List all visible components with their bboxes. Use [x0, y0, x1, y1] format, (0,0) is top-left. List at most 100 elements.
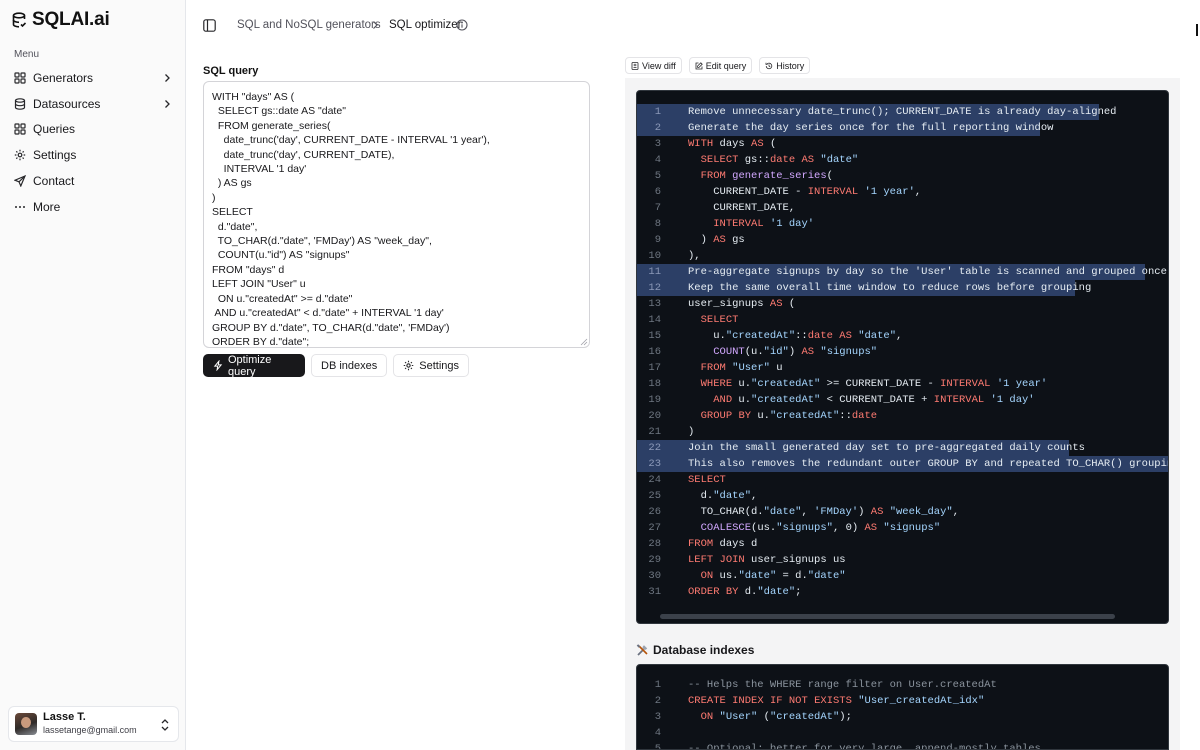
- line-number: 23: [648, 458, 661, 470]
- scrollbar-thumb[interactable]: [660, 614, 1115, 619]
- sidebar-item-datasources[interactable]: Datasources: [8, 91, 178, 117]
- line-number: 31: [648, 586, 661, 598]
- line-number: 18: [648, 378, 661, 390]
- code-text: ) AS gs: [688, 234, 745, 246]
- code-text: TO_CHAR(d."date", 'FMDay') AS "week_day"…: [688, 506, 960, 518]
- database-indexes-title: Database indexes: [636, 643, 754, 657]
- code-line: 29 LEFT JOIN user_signups us: [637, 552, 1168, 568]
- line-number: 25: [648, 490, 661, 502]
- code-text: CURRENT_DATE - INTERVAL '1 year',: [688, 186, 922, 198]
- breadcrumb-current-page: SQL optimizer: [389, 19, 462, 31]
- button-label: Optimize query: [227, 353, 272, 378]
- code-line: 4: [637, 725, 1168, 741]
- page-scrollbar[interactable]: [1196, 24, 1198, 36]
- sidebar-item-label: More: [33, 199, 61, 214]
- code-text: FROM "User" u: [700, 362, 783, 374]
- code-horizontal-scrollbar[interactable]: [660, 614, 1140, 619]
- line-number: 22: [648, 442, 661, 454]
- database-indexes-code[interactable]: 1 -- Helps the WHERE range filter on User…: [636, 664, 1169, 750]
- line-number: 19: [648, 394, 661, 406]
- button-label: Edit query: [705, 60, 747, 71]
- line-number: 2: [654, 695, 661, 707]
- code-line: 13 user_signups AS (: [637, 296, 1168, 312]
- sql-query-label: SQL query: [203, 65, 259, 77]
- code-text: Pre-aggregate signups by day so the 'Use…: [688, 266, 1167, 278]
- code-comment-line: 11 Pre-aggregate signups by day so the 'U…: [637, 264, 1168, 280]
- edit-query-button[interactable]: Edit query: [688, 57, 753, 74]
- sidebar-item-settings[interactable]: Settings: [8, 142, 178, 168]
- code-line: 3 WITH days AS (: [637, 136, 1168, 152]
- sidebar-item-label: Datasources: [33, 96, 101, 111]
- sidebar-item-more[interactable]: More: [8, 194, 178, 220]
- button-label: View diff: [642, 60, 676, 71]
- database-logo-icon: [12, 12, 26, 28]
- line-number: 8: [654, 218, 661, 230]
- settings-button[interactable]: Settings: [393, 354, 470, 377]
- code-comment-line: 2 Generate the day series once for the fu…: [637, 120, 1168, 136]
- gear-icon: [403, 360, 414, 371]
- code-text: ): [688, 426, 695, 438]
- line-number: 10: [648, 250, 661, 262]
- code-text: This also removes the redundant outer GR…: [688, 458, 1169, 470]
- line-number: 5: [654, 170, 661, 182]
- view-diff-button[interactable]: View diff: [625, 57, 682, 74]
- line-number: 17: [648, 362, 661, 374]
- history-button[interactable]: History: [759, 57, 811, 74]
- code-text: -- Helps the WHERE range filter on User.…: [688, 679, 997, 691]
- logo[interactable]: SQLAI.ai: [12, 9, 110, 31]
- gear-icon: [14, 150, 26, 161]
- sidebar-item-queries[interactable]: Queries: [8, 117, 178, 143]
- edit-icon: [695, 61, 703, 69]
- user-name: Lasse T.: [43, 711, 86, 723]
- code-line: 5 -- Optional: better for very large, app…: [637, 741, 1168, 750]
- sidebar-item-contact[interactable]: Contact: [8, 168, 178, 194]
- sidebar-nav: Generators Datasources Queries Settings …: [8, 65, 178, 220]
- db-indexes-button[interactable]: DB indexes: [311, 354, 388, 377]
- code-text: COALESCE(us."signups", 0) AS "signups": [700, 522, 941, 534]
- code-line: 3 ON "User" ("createdAt");: [637, 709, 1168, 725]
- code-line: 4 SELECT gs::date AS "date": [637, 152, 1168, 168]
- database-icon: [14, 97, 26, 110]
- sql-query-textarea[interactable]: WITH "days" AS ( SELECT gs::date AS "dat…: [203, 81, 590, 348]
- line-number: 15: [648, 330, 661, 342]
- code-text: u."createdAt"::date AS "date",: [688, 330, 903, 342]
- optimized-query-code[interactable]: 1 Remove unnecessary date_trunc(); CURREN…: [636, 90, 1169, 624]
- code-text: -- Optional: better for very large, appe…: [688, 743, 1041, 750]
- code-line: 28 FROM days d: [637, 536, 1168, 552]
- line-number: 16: [648, 346, 661, 358]
- line-number: 1: [654, 679, 661, 691]
- line-number: 6: [654, 186, 661, 198]
- sidebar: SQLAI.ai Menu Generators Datasources Que…: [0, 0, 186, 750]
- code-text: ON "User" ("createdAt");: [700, 711, 852, 723]
- code-text: INTERVAL '1 day': [713, 218, 815, 230]
- lightning-icon: [213, 360, 223, 371]
- action-buttons: Optimize query DB indexes Settings: [203, 353, 470, 378]
- index-code-lines: 1 -- Helps the WHERE range filter on User…: [637, 677, 1168, 750]
- sidebar-item-label: Generators: [33, 70, 94, 85]
- code-line: 15 u."createdAt"::date AS "date",: [637, 328, 1168, 344]
- line-number: 21: [648, 426, 661, 438]
- code-text: SELECT gs::date AS "date": [700, 154, 859, 166]
- code-text: CURRENT_DATE,: [688, 202, 796, 214]
- code-text: GROUP BY u."createdAt"::date: [700, 410, 878, 422]
- sidebar-toggle-icon[interactable]: [203, 19, 216, 32]
- code-line: 26 TO_CHAR(d."date", 'FMDay') AS "week_d…: [637, 504, 1168, 520]
- info-icon[interactable]: [456, 19, 468, 31]
- user-menu[interactable]: Lasse T. lassetange@gmail.com: [8, 706, 179, 742]
- sidebar-item-label: Queries: [33, 122, 76, 137]
- grid-icon: [14, 123, 26, 136]
- sidebar-item-generators[interactable]: Generators: [8, 65, 178, 91]
- optimize-query-button[interactable]: Optimize query: [203, 353, 305, 378]
- code-text: LEFT JOIN user_signups us: [688, 554, 846, 566]
- code-text: ORDER BY d."date";: [688, 586, 802, 598]
- breadcrumb-generators[interactable]: SQL and NoSQL generators: [237, 19, 381, 31]
- code-line: 7 CURRENT_DATE,: [637, 200, 1168, 216]
- resize-grip-icon[interactable]: [580, 338, 588, 346]
- code-comment-line: 12 Keep the same overall time window to r…: [637, 280, 1168, 296]
- code-text: Keep the same overall time window to red…: [688, 282, 1092, 294]
- avatar: [15, 713, 37, 735]
- code-line: 10),: [637, 248, 1168, 264]
- code-line: 17 FROM "User" u: [637, 360, 1168, 376]
- line-number: 24: [648, 474, 661, 486]
- line-number: 13: [648, 298, 661, 310]
